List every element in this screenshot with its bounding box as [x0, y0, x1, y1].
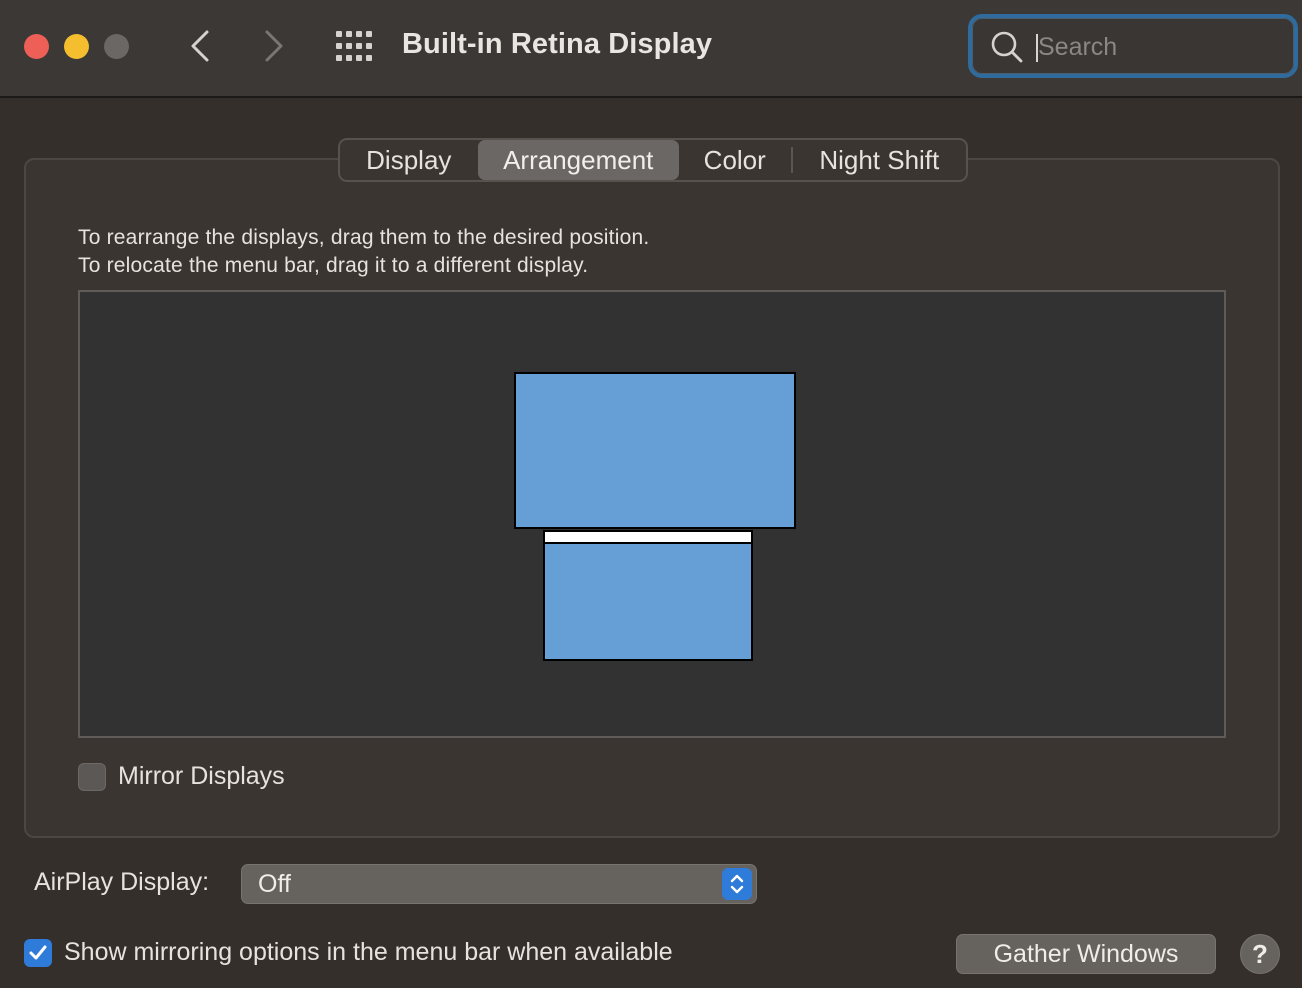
- tab-night-shift[interactable]: Night Shift: [793, 140, 966, 180]
- chevron-left-icon: [191, 30, 209, 62]
- gather-windows-button[interactable]: Gather Windows: [956, 934, 1216, 974]
- instruction-line-1: To rearrange the displays, drag them to …: [78, 226, 650, 249]
- builtin-display-thumbnail[interactable]: [543, 530, 753, 661]
- back-button[interactable]: [182, 26, 218, 66]
- airplay-display-label: AirPlay Display:: [34, 868, 210, 896]
- minimize-button[interactable]: [64, 34, 89, 59]
- airplay-selected-value: Off: [258, 870, 291, 898]
- show-all-button[interactable]: [334, 28, 374, 64]
- search-input[interactable]: [1038, 28, 1278, 66]
- system-preferences-window: Built-in Retina Display Display Arrangem…: [0, 0, 1302, 988]
- close-button[interactable]: [24, 34, 49, 59]
- window-title: Built-in Retina Display: [402, 28, 713, 60]
- arrangement-instructions: To rearrange the displays, drag them to …: [78, 224, 649, 280]
- popup-stepper: [722, 868, 752, 900]
- display-arrangement-area: [78, 290, 1226, 738]
- mirror-displays-checkbox[interactable]: [78, 762, 106, 791]
- checkmark-icon: [29, 945, 47, 959]
- show-mirroring-label[interactable]: Show mirroring options in the menu bar w…: [64, 938, 673, 967]
- search-field[interactable]: [968, 14, 1298, 78]
- zoom-button[interactable]: [104, 34, 129, 59]
- tab-arrangement[interactable]: Arrangement: [477, 140, 679, 180]
- title-bar: Built-in Retina Display: [0, 0, 1302, 98]
- up-down-chevron-icon: [730, 874, 744, 894]
- search-icon: [991, 31, 1023, 63]
- show-mirroring-checkbox[interactable]: [24, 938, 52, 967]
- forward-button[interactable]: [256, 26, 292, 66]
- grid-icon: [336, 31, 372, 61]
- chevron-right-icon: [265, 30, 283, 62]
- external-display-thumbnail[interactable]: [514, 372, 796, 529]
- tab-display[interactable]: Display: [340, 140, 478, 180]
- mirror-displays-label[interactable]: Mirror Displays: [118, 762, 285, 791]
- help-button[interactable]: ?: [1240, 934, 1280, 974]
- show-mirroring-row: Show mirroring options in the menu bar w…: [24, 938, 673, 967]
- instruction-line-2: To relocate the menu bar, drag it to a d…: [78, 254, 589, 277]
- tab-color[interactable]: Color: [679, 140, 791, 180]
- airplay-display-select[interactable]: Off: [241, 864, 757, 904]
- mirror-displays-row: Mirror Displays: [78, 762, 285, 791]
- segmented-tabs: Display Arrangement Color Night Shift: [338, 138, 968, 182]
- menu-bar-handle[interactable]: [545, 532, 751, 544]
